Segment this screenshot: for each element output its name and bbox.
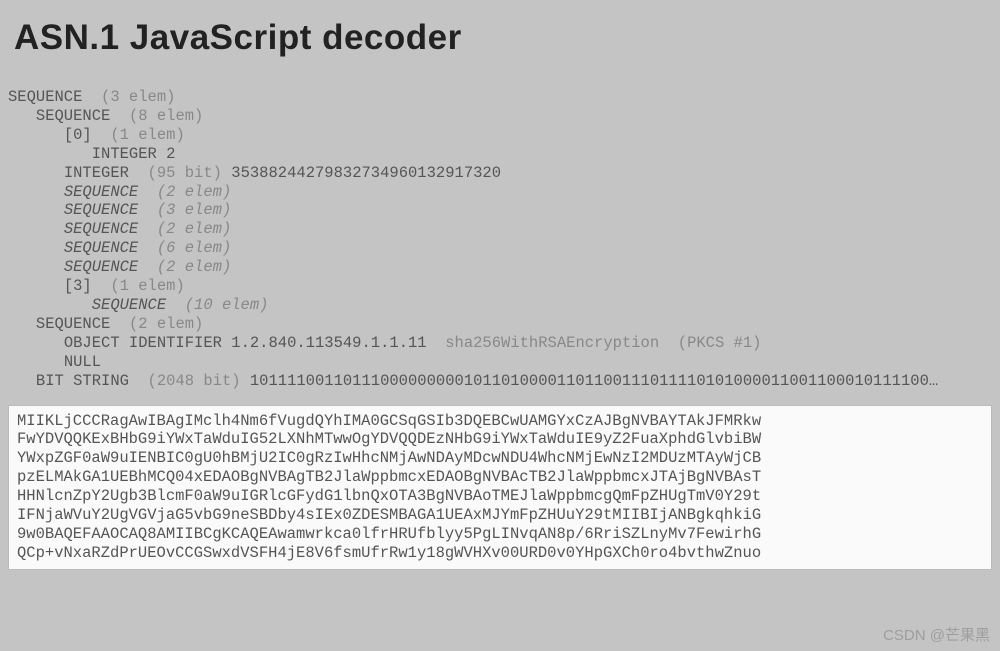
tree-row[interactable]: INTEGER 2	[8, 145, 992, 164]
tree-row[interactable]: SEQUENCE (3 elem)	[8, 88, 992, 107]
tree-row[interactable]: [0] (1 elem)	[8, 126, 992, 145]
tree-row[interactable]: SEQUENCE (6 elem)	[8, 239, 992, 258]
asn1-elem-count: (95 bit)	[148, 164, 222, 182]
tree-row[interactable]: SEQUENCE (2 elem)	[8, 220, 992, 239]
tree-row[interactable]: [3] (1 elem)	[8, 277, 992, 296]
asn1-tag: [3]	[64, 277, 92, 295]
base64-line: IFNjaWVuY2UgVGVjaG5vbG9neSBDby4sIEx0ZDES…	[17, 506, 983, 525]
base64-line: FwYDVQQKExBHbG9iYWxTaWduIG52LXNhMTwwOgYD…	[17, 430, 983, 449]
base64-line: MIIKLjCCCRagAwIBAgIMclh4Nm6fVugdQYhIMA0G…	[17, 412, 983, 431]
asn1-elem-count: (1 elem)	[110, 126, 184, 144]
tree-row[interactable]: OBJECT IDENTIFIER 1.2.840.113549.1.1.11 …	[8, 334, 992, 353]
oid-description: sha256WithRSAEncryption	[445, 334, 659, 352]
asn1-elem-count: (2 elem)	[157, 183, 231, 201]
page-title: ASN.1 JavaScript decoder	[0, 0, 1000, 58]
asn1-tag: SEQUENCE	[64, 183, 138, 201]
asn1-tag: INTEGER	[92, 145, 157, 163]
base64-line: 9w0BAQEFAAOCAQ8AMIIBCgKCAQEAwamwrkca0lfr…	[17, 525, 983, 544]
asn1-tree: SEQUENCE (3 elem) SEQUENCE (8 elem) [0] …	[0, 58, 1000, 401]
asn1-tag: OBJECT IDENTIFIER	[64, 334, 222, 352]
asn1-elem-count: (3 elem)	[157, 201, 231, 219]
tree-row[interactable]: INTEGER (95 bit) 35388244279832734960132…	[8, 164, 992, 183]
asn1-tag: SEQUENCE	[8, 88, 82, 106]
watermark: CSDN @芒果黑	[883, 624, 990, 645]
asn1-value: 2	[166, 145, 175, 163]
asn1-elem-count: (2 elem)	[129, 315, 203, 333]
asn1-elem-count: (6 elem)	[157, 239, 231, 257]
asn1-tag: NULL	[64, 353, 101, 371]
asn1-tag: SEQUENCE	[64, 239, 138, 257]
asn1-elem-count: (2048 bit)	[148, 372, 241, 390]
oid-source: (PKCS #1)	[678, 334, 762, 352]
base64-line: HHNlcnZpY2Ugb3BlcmF0aW9uIGRlcGFydG1lbnQx…	[17, 487, 983, 506]
asn1-tag: SEQUENCE	[64, 258, 138, 276]
asn1-value: 1.2.840.113549.1.1.11	[231, 334, 426, 352]
asn1-tag: SEQUENCE	[64, 201, 138, 219]
tree-row[interactable]: SEQUENCE (8 elem)	[8, 107, 992, 126]
base64-line: pzELMAkGA1UEBhMCQ04xEDAOBgNVBAgTB2JlaWpp…	[17, 468, 983, 487]
tree-row[interactable]: SEQUENCE (2 elem)	[8, 315, 992, 334]
asn1-elem-count: (3 elem)	[101, 88, 175, 106]
asn1-tag: SEQUENCE	[92, 296, 166, 314]
base64-textarea[interactable]: MIIKLjCCCRagAwIBAgIMclh4Nm6fVugdQYhIMA0G…	[8, 405, 992, 570]
asn1-tag: SEQUENCE	[36, 107, 110, 125]
asn1-value: 1011110011011100000000010110100001101100…	[250, 372, 938, 390]
tree-row[interactable]: SEQUENCE (10 elem)	[8, 296, 992, 315]
tree-row[interactable]: NULL	[8, 353, 992, 372]
asn1-tag: INTEGER	[64, 164, 129, 182]
asn1-tag: SEQUENCE	[36, 315, 110, 333]
base64-line: YWxpZGF0aW9uIENBIC0gU0hBMjU2IC0gRzIwHhcN…	[17, 449, 983, 468]
tree-row[interactable]: BIT STRING (2048 bit) 101111001101110000…	[8, 372, 992, 391]
asn1-tag: BIT STRING	[36, 372, 129, 390]
base64-line: QCp+vNxaRZdPrUEOvCCGSwxdVSFH4jE8V6fsmUfr…	[17, 544, 983, 563]
asn1-elem-count: (2 elem)	[157, 258, 231, 276]
asn1-tag: SEQUENCE	[64, 220, 138, 238]
asn1-elem-count: (1 elem)	[110, 277, 184, 295]
tree-row[interactable]: SEQUENCE (3 elem)	[8, 201, 992, 220]
tree-row[interactable]: SEQUENCE (2 elem)	[8, 183, 992, 202]
asn1-value: 35388244279832734960132917320	[231, 164, 501, 182]
tree-row[interactable]: SEQUENCE (2 elem)	[8, 258, 992, 277]
asn1-tag: [0]	[64, 126, 92, 144]
asn1-elem-count: (2 elem)	[157, 220, 231, 238]
asn1-elem-count: (10 elem)	[185, 296, 269, 314]
asn1-elem-count: (8 elem)	[129, 107, 203, 125]
